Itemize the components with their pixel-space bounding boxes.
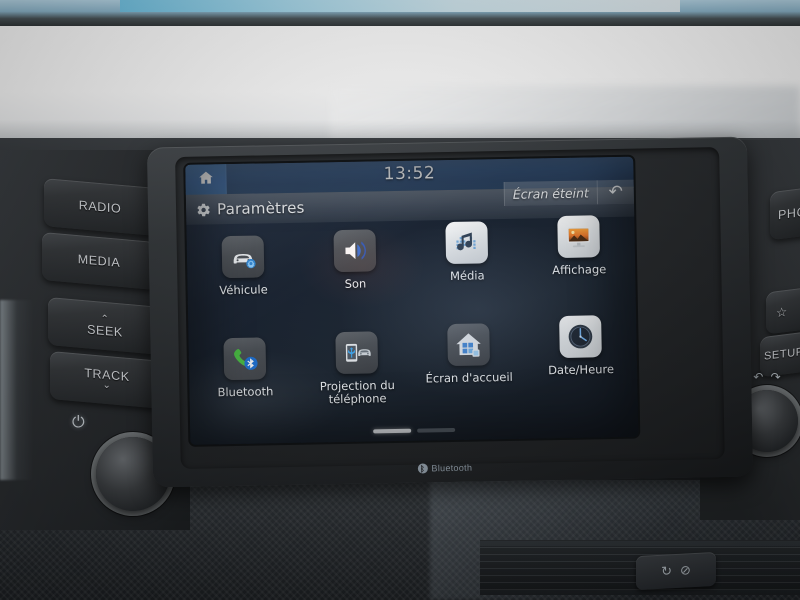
car-settings-icon — [221, 235, 265, 279]
gear-icon — [196, 202, 211, 217]
track-button[interactable]: TRACK ⌄ — [50, 351, 164, 409]
bluetooth-phone-icon — [223, 337, 267, 381]
bezel-bluetooth-logo: ᛒ Bluetooth — [385, 459, 505, 477]
sky-through-windshield — [120, 0, 680, 12]
phone-button[interactable]: PHO — [770, 183, 800, 241]
page-dot-2[interactable] — [417, 427, 456, 433]
star-icon: ☆ — [776, 304, 788, 320]
media-button-label: MEDIA — [77, 252, 121, 270]
bluetooth-logo-text: Bluetooth — [431, 462, 473, 474]
head-unit: ᛒ Bluetooth 13:52 Paramètres Écran étein… — [146, 136, 754, 488]
menu-item-son[interactable]: Son — [298, 227, 412, 327]
page-dot-1[interactable] — [373, 428, 412, 434]
menu-label-ecran-accueil: Écran d'accueil — [425, 369, 513, 386]
page-title: Paramètres — [216, 198, 305, 219]
setup-button-label: SETUP — [764, 345, 800, 363]
menu-item-projection-telephone[interactable]: Projection du téléphone — [300, 331, 414, 427]
menu-item-affichage[interactable]: Affichage — [522, 213, 636, 323]
left-edge-highlight — [0, 300, 34, 480]
home-screen-icon — [447, 323, 490, 367]
defrost-icon: ⊘ — [680, 562, 691, 578]
menu-item-date-heure[interactable]: Date/Heure — [524, 315, 638, 423]
home-button[interactable] — [185, 164, 227, 195]
music-note-icon — [445, 221, 489, 265]
radio-button-label: RADIO — [78, 198, 122, 216]
seek-button-label: SEEK — [87, 322, 123, 340]
back-button[interactable]: ↶ — [596, 179, 635, 205]
menu-label-media: Média — [449, 268, 485, 283]
display-monitor-icon — [557, 215, 601, 259]
touchscreen-glass[interactable]: 13:52 Paramètres Écran éteint ↶ Véhicule… — [185, 156, 639, 445]
screen-off-label: Écran éteint — [512, 184, 589, 202]
menu-item-bluetooth[interactable]: Bluetooth — [188, 337, 302, 429]
chevron-down-icon: ⌄ — [102, 379, 112, 392]
settings-grid: Véhicule Son Média Affichage Bluetooth P… — [186, 215, 638, 429]
chevron-up-icon: ⌃ — [100, 313, 110, 326]
menu-label-vehicule: Véhicule — [219, 282, 268, 298]
clock-icon — [559, 315, 602, 358]
climate-buttons[interactable]: ↻ ⊘ — [636, 551, 716, 591]
radio-button[interactable]: RADIO — [44, 178, 156, 236]
photo-scene: RADIO MEDIA ⌃ SEEK TRACK ⌄ PHO ☆ SETUP ⏻… — [0, 0, 800, 600]
menu-label-bluetooth: Bluetooth — [217, 384, 274, 400]
phone-projection-icon — [335, 331, 379, 375]
menu-item-media[interactable]: Média — [410, 219, 524, 325]
back-arrow-icon: ↶ — [608, 181, 624, 203]
menu-label-son: Son — [344, 276, 367, 291]
favorites-button[interactable]: ☆ — [766, 283, 800, 335]
menu-label-projection-telephone: Projection du téléphone — [319, 378, 396, 407]
menu-label-affichage: Affichage — [552, 262, 607, 278]
recirculation-icon: ↻ — [661, 563, 672, 579]
speaker-icon — [333, 229, 377, 273]
menu-item-vehicule[interactable]: Véhicule — [187, 233, 301, 329]
phone-button-label: PHO — [778, 204, 800, 223]
bluetooth-badge-icon: ᛒ — [417, 463, 428, 474]
infotainment-screen: 13:52 Paramètres Écran éteint ↶ Véhicule… — [185, 156, 639, 445]
power-icon: ⏻ — [72, 414, 85, 431]
menu-item-ecran-accueil[interactable]: Écran d'accueil — [412, 323, 526, 425]
header-actions: Écran éteint ↶ — [503, 179, 635, 206]
menu-label-date-heure: Date/Heure — [547, 362, 615, 378]
media-button[interactable]: MEDIA — [42, 232, 156, 290]
screen-off-button[interactable]: Écran éteint — [503, 180, 598, 206]
seek-button[interactable]: ⌃ SEEK — [48, 297, 162, 355]
home-icon — [197, 169, 214, 190]
